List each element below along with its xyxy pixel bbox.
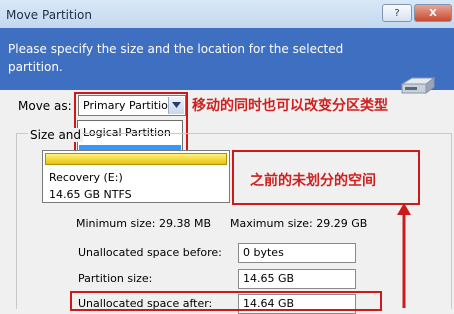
partition-info: 14.65 GB NTFS bbox=[49, 188, 132, 201]
annotation-arrow-icon bbox=[397, 203, 411, 308]
annotation-change-type: 移动的同时也可以改变分区类型 bbox=[192, 98, 388, 114]
close-button[interactable]: X bbox=[414, 4, 452, 22]
instruction-banner: Please specify the size and the location… bbox=[0, 28, 454, 94]
partition-size-label: Partition size: bbox=[78, 272, 153, 285]
unallocated-before-input[interactable]: 0 bytes bbox=[238, 243, 356, 263]
window-title: Move Partition bbox=[6, 8, 93, 22]
move-as-label: Move as: bbox=[18, 99, 72, 113]
title-bar: Move Partition ? X bbox=[0, 0, 454, 29]
instruction-text: Please specify the size and the location… bbox=[8, 42, 344, 74]
partition-size-input[interactable]: 14.65 GB bbox=[238, 269, 356, 289]
help-button[interactable]: ? bbox=[382, 4, 412, 22]
partition-name: Recovery (E:) bbox=[49, 171, 123, 184]
maximum-size-label: Maximum size: 29.29 GB bbox=[230, 217, 368, 230]
unallocated-before-label: Unallocated space before: bbox=[78, 246, 222, 259]
minimum-size-label: Minimum size: 29.38 MB bbox=[76, 217, 212, 230]
group-title: Size and bbox=[28, 128, 84, 142]
hard-disk-icon bbox=[400, 77, 436, 94]
partition-block[interactable]: Recovery (E:) 14.65 GB NTFS bbox=[42, 150, 230, 203]
partition-usage-bar bbox=[45, 153, 227, 165]
annotation-unallocated: 之前的未划分的空间 bbox=[250, 173, 376, 189]
highlight-box-after bbox=[70, 291, 382, 311]
